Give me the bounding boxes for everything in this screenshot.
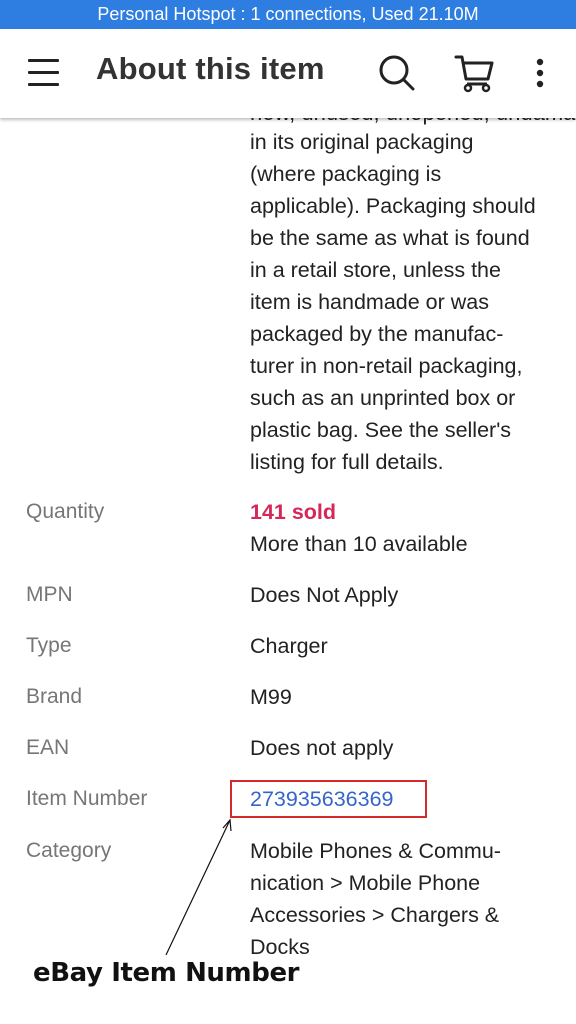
annotation-arrow — [165, 818, 232, 956]
menu-button[interactable] — [26, 57, 62, 89]
more-options-button[interactable] — [518, 51, 562, 95]
annotation-arrow-line — [165, 819, 231, 956]
search-icon — [379, 55, 415, 91]
menu-icon-bar — [28, 83, 59, 86]
item-specifics-content: new, unused, unopened, undamaged item in… — [0, 118, 576, 1024]
search-button[interactable] — [374, 51, 418, 95]
more-vertical-icon — [536, 58, 544, 88]
page-title: About this item — [96, 51, 325, 86]
cart-button[interactable] — [452, 51, 496, 95]
menu-icon-bar — [28, 71, 59, 74]
status-bar-text: Personal Hotspot : 1 connections, Used 2… — [97, 4, 479, 24]
annotation-label: eBay Item Number — [33, 958, 300, 988]
app-bar: About this item — [0, 29, 576, 118]
menu-icon — [28, 59, 59, 62]
cart-icon — [454, 55, 494, 93]
status-bar: Personal Hotspot : 1 connections, Used 2… — [0, 0, 576, 29]
